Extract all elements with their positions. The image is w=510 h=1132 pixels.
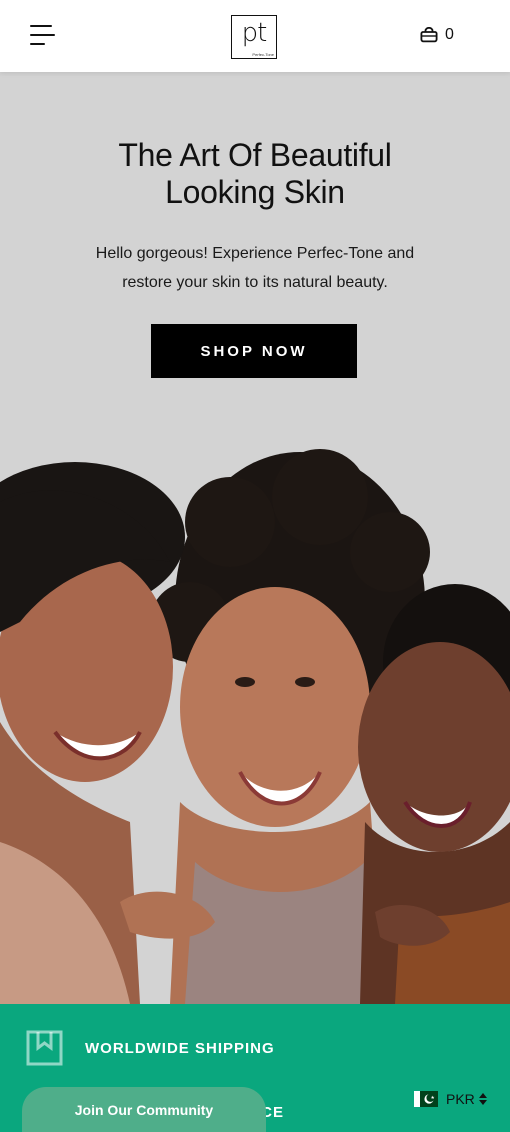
hero-title: The Art Of Beautiful Looking Skin bbox=[0, 137, 510, 211]
pakistan-flag-icon bbox=[414, 1091, 438, 1107]
currency-selector[interactable]: PKR bbox=[414, 1090, 488, 1108]
cart-button[interactable]: 0 bbox=[420, 24, 454, 46]
site-header: pt Perfec-Tone 0 bbox=[0, 0, 510, 72]
currency-code: PKR bbox=[446, 1091, 475, 1107]
shop-now-button[interactable]: SHOP NOW bbox=[151, 324, 357, 378]
feature-label: WORLDWIDE SHIPPING bbox=[85, 1039, 275, 1057]
logo-subtext: Perfec-Tone bbox=[252, 52, 274, 57]
feature-worldwide-shipping: WORLDWIDE SHIPPING bbox=[26, 1030, 275, 1066]
cart-icon bbox=[420, 27, 438, 43]
sort-arrows-icon bbox=[478, 1093, 487, 1105]
logo-mark: pt bbox=[241, 18, 268, 48]
hero-title-line-1: The Art Of Beautiful bbox=[118, 137, 392, 173]
hero-banner: The Art Of Beautiful Looking Skin Hello … bbox=[0, 72, 510, 1004]
hero-subtitle: Hello gorgeous! Experience Perfec-Tone a… bbox=[95, 245, 415, 291]
cart-count: 0 bbox=[445, 26, 454, 43]
brand-logo[interactable]: pt Perfec-Tone bbox=[231, 15, 277, 59]
shipping-box-icon bbox=[26, 1030, 63, 1066]
join-community-button[interactable]: Join Our Community bbox=[22, 1087, 266, 1132]
hero-title-line-2: Looking Skin bbox=[165, 174, 345, 210]
menu-icon[interactable] bbox=[30, 23, 56, 47]
hero-models-image bbox=[0, 449, 510, 1004]
